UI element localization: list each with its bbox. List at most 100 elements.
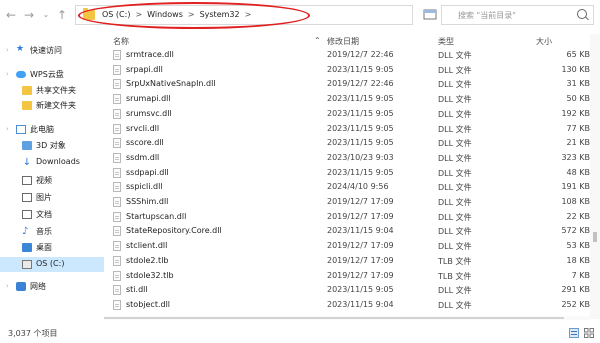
column-header-type[interactable]: 类型	[438, 36, 454, 47]
file-row[interactable]: sspicli.dll 2024/4/10 9:56 DLL 文件 191 KB	[104, 180, 590, 195]
file-row[interactable]: stdole32.tlb 2019/12/7 17:09 TLB 文件 7 KB	[104, 269, 590, 284]
sidebar-item-os-c[interactable]: OS (C:)	[0, 257, 104, 272]
sidebar-item-desktop[interactable]: 桌面	[0, 240, 104, 255]
sidebar-item-label: WPS云盘	[30, 70, 64, 79]
column-header-name[interactable]: 名称	[113, 36, 129, 47]
file-row[interactable]: srmtrace.dll 2019/12/7 22:46 DLL 文件 65 K…	[104, 48, 590, 63]
file-type: TLB 文件	[438, 256, 472, 266]
file-modified-date: 2019/12/7 22:46	[327, 79, 394, 89]
forward-button[interactable]: →	[22, 8, 36, 22]
file-row[interactable]: StateRepository.Core.dll 2023/11/15 9:04…	[104, 224, 590, 239]
file-row[interactable]: sscore.dll 2023/11/15 9:05 DLL 文件 21 KB	[104, 136, 590, 151]
sidebar-item-this-pc[interactable]: › 此电脑	[0, 122, 104, 137]
file-row[interactable]: sti.dll 2023/11/15 9:05 DLL 文件 291 KB	[104, 283, 590, 298]
back-button[interactable]: ←	[4, 8, 18, 22]
file-row[interactable]: SrpUxNativeSnapIn.dll 2019/12/7 22:46 DL…	[104, 77, 590, 92]
sidebar-item-shared-folder[interactable]: 共享文件夹	[0, 83, 104, 98]
breadcrumb-separator: >	[187, 10, 195, 19]
column-header-date[interactable]: 修改日期	[327, 36, 359, 47]
file-size: 323 KB	[561, 152, 590, 162]
file-row[interactable]: stobject.dll 2023/11/15 9:04 DLL 文件 252 …	[104, 298, 590, 313]
breadcrumb: OS (C:) > Windows > System32 >	[102, 10, 256, 19]
search-box[interactable]: 搜索 "当前目录"	[441, 5, 594, 25]
sidebar-item-3d-objects[interactable]: 3D 对象	[0, 138, 104, 153]
sidebar-item-quick-access[interactable]: › ★ 快速访问	[0, 43, 104, 58]
file-modified-date: 2019/12/7 17:09	[327, 270, 394, 280]
file-modified-date: 2023/11/15 9:05	[327, 138, 394, 148]
sidebar-item-downloads[interactable]: ↓ Downloads	[0, 155, 104, 170]
file-row[interactable]: Startupscan.dll 2019/12/7 17:09 DLL 文件 2…	[104, 210, 590, 225]
sidebar-item-documents[interactable]: 文档	[0, 207, 104, 222]
file-size: 291 KB	[561, 285, 590, 295]
sidebar-item-label: 3D 对象	[36, 141, 66, 150]
file-row[interactable]: srumsvc.dll 2023/11/15 9:05 DLL 文件 192 K…	[104, 107, 590, 122]
file-icon	[113, 226, 121, 237]
details-view-icon	[569, 328, 579, 338]
vertical-scrollbar[interactable]	[590, 34, 600, 319]
navigation-pane: › ★ 快速访问 › WPS云盘 共享文件夹 新建文件夹 › 此电脑 3D 对象…	[0, 34, 104, 319]
sidebar-item-wps-cloud[interactable]: › WPS云盘	[0, 67, 104, 82]
file-type: DLL 文件	[438, 198, 472, 207]
file-type: DLL 文件	[438, 109, 472, 119]
file-row[interactable]: srumapi.dll 2023/11/15 9:05 DLL 文件 50 KB	[104, 92, 590, 107]
file-name: SSShim.dll	[126, 197, 169, 206]
file-row[interactable]: stclient.dll 2019/12/7 17:09 DLL 文件 53 K…	[104, 239, 590, 254]
file-row[interactable]: stdole2.tlb 2019/12/7 17:09 TLB 文件 18 KB	[104, 254, 590, 269]
file-size: 7 KB	[571, 270, 590, 280]
breadcrumb-item[interactable]: Windows	[147, 10, 183, 19]
up-button[interactable]: ↑	[55, 8, 69, 22]
breadcrumb-separator: >	[135, 10, 143, 19]
scrollbar-thumb[interactable]	[593, 232, 597, 242]
sidebar-item-videos[interactable]: 视频	[0, 173, 104, 188]
search-icon[interactable]	[577, 9, 587, 19]
file-type: DLL 文件	[438, 168, 472, 178]
file-modified-date: 2023/11/15 9:05	[327, 64, 394, 74]
large-icons-view-button[interactable]	[584, 328, 594, 338]
file-modified-date: 2023/11/15 9:04	[327, 299, 394, 309]
file-row[interactable]: srpapi.dll 2023/11/15 9:05 DLL 文件 130 KB	[104, 63, 590, 78]
sidebar-item-label: 桌面	[36, 243, 52, 252]
recent-locations-button[interactable]: ⌄	[39, 8, 53, 22]
arrow-up-icon: ↑	[56, 8, 68, 22]
sidebar-item-label: 共享文件夹	[36, 86, 76, 95]
file-name: sspicli.dll	[126, 182, 163, 192]
sidebar-item-label: 图片	[36, 193, 52, 202]
sidebar-item-network[interactable]: › 网络	[0, 279, 104, 294]
file-name: stdole2.tlb	[126, 255, 169, 265]
file-modified-date: 2019/12/7 17:09	[327, 255, 394, 265]
file-row[interactable]: srvcli.dll 2023/11/15 9:05 DLL 文件 77 KB	[104, 122, 590, 137]
breadcrumb-item[interactable]: OS (C:)	[102, 10, 130, 19]
file-icon	[113, 255, 121, 266]
breadcrumb-item[interactable]: System32	[200, 10, 240, 19]
file-modified-date: 2024/4/10 9:56	[327, 182, 389, 192]
picture-icon	[22, 193, 32, 202]
file-type: DLL 文件	[438, 286, 472, 296]
drive-icon	[22, 260, 32, 269]
sidebar-item-music[interactable]: ♪ 音乐	[0, 224, 104, 239]
horizontal-scrollbar[interactable]	[104, 316, 590, 320]
file-type: DLL 文件	[438, 51, 472, 60]
file-size: 22 KB	[566, 211, 590, 221]
file-name: srpapi.dll	[126, 64, 163, 74]
file-name: sscore.dll	[126, 138, 164, 148]
file-row[interactable]: SSShim.dll 2019/12/7 17:09 DLL 文件 108 KB	[104, 195, 590, 210]
file-size: 252 KB	[561, 299, 590, 309]
sidebar-item-new-folder[interactable]: 新建文件夹	[0, 98, 104, 113]
file-name: stclient.dll	[126, 241, 168, 251]
column-header-size[interactable]: 大小	[536, 36, 552, 47]
video-icon	[22, 176, 32, 185]
breadcrumb-separator: >	[244, 10, 252, 19]
sidebar-item-pictures[interactable]: 图片	[0, 190, 104, 205]
file-row[interactable]: ssdpapi.dll 2023/11/15 9:05 DLL 文件 48 KB	[104, 166, 590, 181]
scrollbar-thumb[interactable]	[104, 317, 564, 319]
sidebar-item-label: 文档	[36, 210, 52, 219]
file-type: DLL 文件	[438, 124, 472, 134]
file-icon	[113, 50, 121, 60]
details-view-button[interactable]	[569, 328, 579, 338]
chevron-down-icon: ⌄	[42, 10, 50, 19]
address-bar[interactable]: OS (C:) > Windows > System32 >	[75, 5, 413, 25]
chevron-right-icon: ›	[6, 282, 9, 290]
file-row[interactable]: ssdm.dll 2023/10/23 9:03 DLL 文件 323 KB	[104, 151, 590, 166]
network-icon	[16, 282, 26, 291]
file-size: 192 KB	[561, 108, 590, 118]
